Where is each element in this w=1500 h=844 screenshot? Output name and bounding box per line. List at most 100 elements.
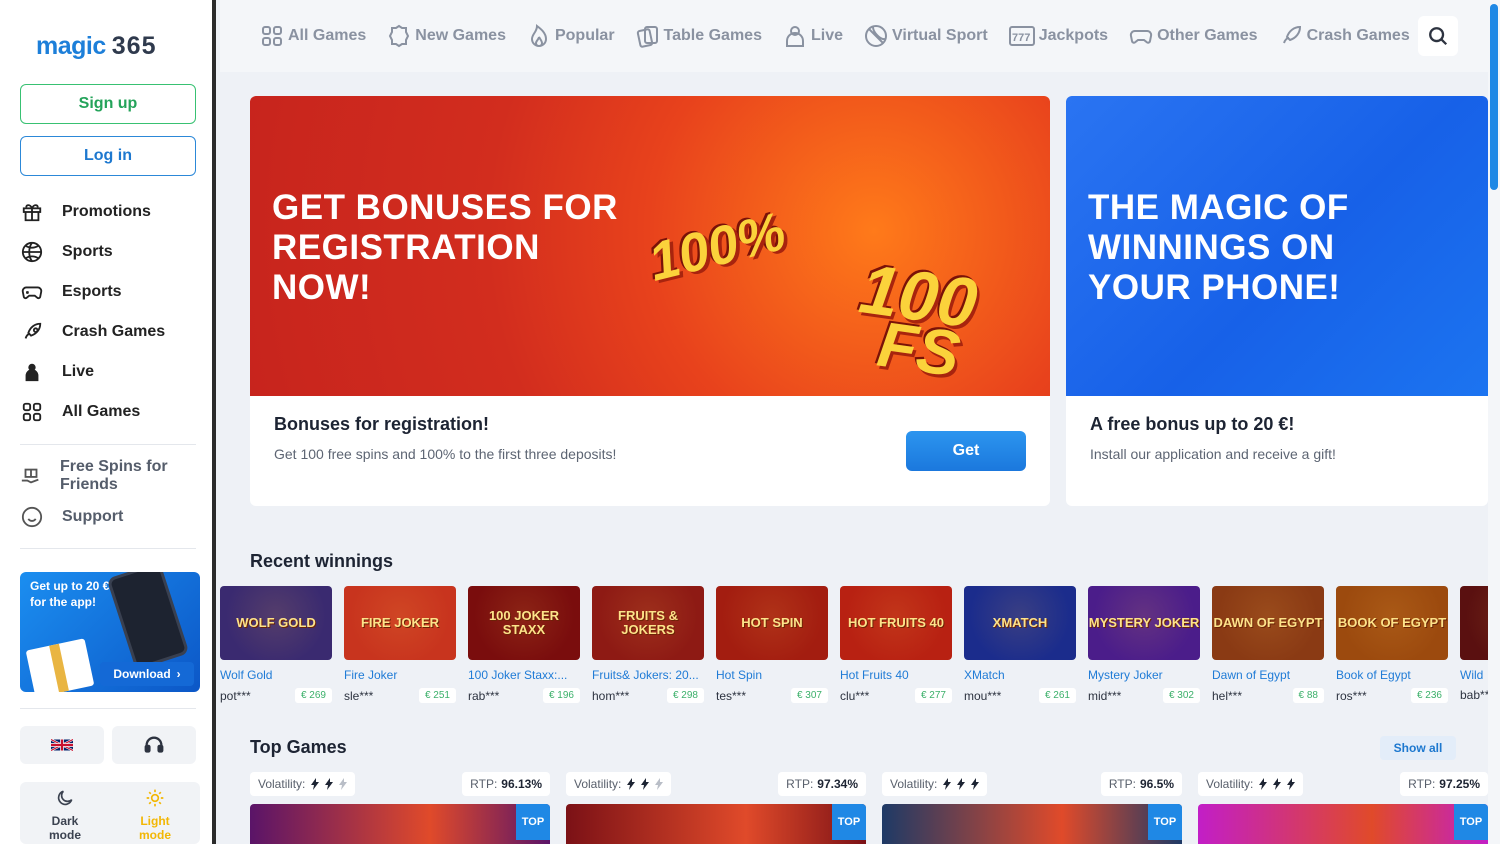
- game-thumbnail[interactable]: HOT FRUITS 40: [840, 586, 952, 660]
- scrollbar-thumb[interactable]: [1490, 4, 1498, 190]
- gift-image: [25, 638, 95, 692]
- recent-win-item[interactable]: BOOK OF EGYPT Book of Egypt ros*** € 236: [1336, 586, 1448, 710]
- dealer-icon: [20, 360, 44, 384]
- win-amount: € 269: [294, 688, 332, 703]
- ball-icon: [20, 240, 44, 264]
- recent-win-item[interactable]: DAWN OF EGYPT Dawn of Egypt hel*** € 88: [1212, 586, 1324, 710]
- game-name[interactable]: Book of Egypt: [1336, 668, 1448, 682]
- sidebar-item-live[interactable]: Live: [20, 356, 198, 388]
- top-game-card[interactable]: TOP: [882, 804, 1182, 844]
- tab-label: Crash Games: [1306, 27, 1410, 44]
- winner-user: pot***: [220, 688, 251, 703]
- logo-text: magic: [36, 31, 106, 60]
- recent-win-item[interactable]: Wild bab***: [1460, 586, 1488, 710]
- game-name[interactable]: Wild: [1460, 668, 1488, 682]
- game-name[interactable]: Mystery Joker: [1088, 668, 1200, 682]
- recent-win-item[interactable]: 100 JOKER STAXX 100 Joker Staxx:... rab***…: [468, 586, 580, 710]
- download-button[interactable]: Download ›: [100, 662, 194, 686]
- rtp-number: 96.5%: [1139, 777, 1174, 791]
- game-name[interactable]: Hot Spin: [716, 668, 828, 682]
- recent-win-item[interactable]: HOT SPIN Hot Spin tes*** € 307: [716, 586, 828, 710]
- language-button[interactable]: [20, 726, 104, 764]
- logo[interactable]: magic 365: [36, 24, 156, 68]
- 777-icon: 777: [1008, 26, 1035, 46]
- get-bonus-button[interactable]: Get: [906, 431, 1026, 471]
- game-thumbnail[interactable]: FRUITS & JOKERS: [592, 586, 704, 660]
- top-game-card[interactable]: TOP: [250, 804, 550, 844]
- bolt-icon: [641, 778, 650, 790]
- tab-jackpots[interactable]: 777 Jackpots: [1008, 24, 1108, 48]
- game-thumbnail[interactable]: [1460, 586, 1488, 660]
- support-headset-button[interactable]: [112, 726, 196, 764]
- game-name[interactable]: XMatch: [964, 668, 1076, 682]
- win-amount: € 236: [1410, 688, 1448, 703]
- recent-win-item[interactable]: WOLF GOLD Wolf Gold pot*** € 269: [220, 586, 332, 710]
- tab-crash-games[interactable]: Crash Games: [1279, 24, 1410, 48]
- sidebar-item-all-games[interactable]: All Games: [20, 396, 198, 428]
- rtp-number: 97.25%: [1439, 777, 1480, 791]
- tab-other-games[interactable]: Other Games: [1129, 24, 1258, 48]
- banner-headline: GET BONUSES FOR REGISTRATION NOW!: [272, 188, 618, 307]
- rtp-value: RTP: 96.5%: [1100, 772, 1182, 796]
- tab-virtual-sport[interactable]: Virtual Sport: [864, 24, 988, 48]
- tab-table-games[interactable]: Table Games: [636, 24, 762, 48]
- bolt-icon: [627, 778, 636, 790]
- game-thumbnail[interactable]: FIRE JOKER: [344, 586, 456, 660]
- page-scrollbar[interactable]: [1488, 0, 1500, 844]
- sidebar-item-crash-games[interactable]: Crash Games: [20, 316, 198, 348]
- volatility-indicator: Volatility:: [566, 772, 672, 796]
- game-thumbnail[interactable]: WOLF GOLD: [220, 586, 332, 660]
- app-promo-banner[interactable]: Get up to 20 € for the app! Download ›: [20, 572, 200, 692]
- recent-win-item[interactable]: FRUITS & JOKERS Fruits& Jokers: 20... hom*…: [592, 586, 704, 710]
- game-thumbnail[interactable]: HOT SPIN: [716, 586, 828, 660]
- tab-live[interactable]: Live: [783, 24, 843, 48]
- bolt-icon: [957, 778, 966, 790]
- show-all-button[interactable]: Show all: [1380, 736, 1456, 760]
- game-thumbnail[interactable]: 100 JOKER STAXX: [468, 586, 580, 660]
- winner-user: tes***: [716, 688, 747, 703]
- sidebar-item-sports[interactable]: Sports: [20, 236, 198, 268]
- game-thumbnail[interactable]: MYSTERY JOKER: [1088, 586, 1200, 660]
- sidebar-item-promotions[interactable]: Promotions: [20, 196, 198, 228]
- game-name[interactable]: Fire Joker: [344, 668, 456, 682]
- volatility-label: Volatility:: [1206, 777, 1254, 791]
- app-bonus-card[interactable]: THE MAGIC OF WINNINGS ON YOUR PHONE! A f…: [1066, 96, 1488, 506]
- tab-all-games[interactable]: All Games: [260, 24, 366, 48]
- gamepad-icon: [20, 280, 44, 304]
- new-badge-icon: [389, 24, 410, 48]
- recent-win-item[interactable]: HOT FRUITS 40 Hot Fruits 40 clu*** € 277: [840, 586, 952, 710]
- dark-mode-button[interactable]: Dark mode: [20, 782, 110, 844]
- sidebar-item-free-spins[interactable]: Free Spins for Friends: [20, 458, 198, 494]
- search-button[interactable]: [1418, 16, 1458, 56]
- tab-new-games[interactable]: New Games: [387, 24, 506, 48]
- recent-win-item[interactable]: MYSTERY JOKER Mystery Joker mid*** € 302: [1088, 586, 1200, 710]
- game-thumbnail[interactable]: BOOK OF EGYPT: [1336, 586, 1448, 660]
- game-name[interactable]: Hot Fruits 40: [840, 668, 952, 682]
- login-button[interactable]: Log in: [20, 136, 196, 176]
- tab-popular[interactable]: Popular: [527, 24, 615, 48]
- registration-bonus-card[interactable]: GET BONUSES FOR REGISTRATION NOW! 100% 1…: [250, 96, 1050, 506]
- recent-win-item[interactable]: XMATCH XMatch mou*** € 261: [964, 586, 1076, 710]
- game-name[interactable]: Wolf Gold: [220, 668, 332, 682]
- sidebar-item-esports[interactable]: Esports: [20, 276, 198, 308]
- top-game-card[interactable]: TOP: [1198, 804, 1488, 844]
- sidebar-item-label: Crash Games: [62, 323, 166, 340]
- game-thumbnail[interactable]: XMATCH: [964, 586, 1076, 660]
- light-mode-button[interactable]: Light mode: [110, 782, 200, 844]
- top-badge: TOP: [1454, 804, 1488, 840]
- tab-label: All Games: [288, 27, 367, 44]
- game-name[interactable]: 100 Joker Staxx:...: [468, 668, 580, 682]
- recent-win-item[interactable]: FIRE JOKER Fire Joker sle*** € 251: [344, 586, 456, 710]
- game-name[interactable]: Dawn of Egypt: [1212, 668, 1324, 682]
- win-amount: € 302: [1162, 688, 1200, 703]
- top-badge: TOP: [516, 804, 550, 840]
- signup-button[interactable]: Sign up: [20, 84, 196, 124]
- win-row: sle*** € 251: [344, 688, 456, 703]
- game-thumbnail[interactable]: DAWN OF EGYPT: [1212, 586, 1324, 660]
- rocket-icon: [20, 320, 44, 344]
- win-amount: € 196: [542, 688, 580, 703]
- bolt-icon: [339, 778, 348, 790]
- game-name[interactable]: Fruits& Jokers: 20...: [592, 668, 704, 682]
- top-game-card[interactable]: TOP: [566, 804, 866, 844]
- sidebar-item-support[interactable]: Support: [20, 504, 198, 530]
